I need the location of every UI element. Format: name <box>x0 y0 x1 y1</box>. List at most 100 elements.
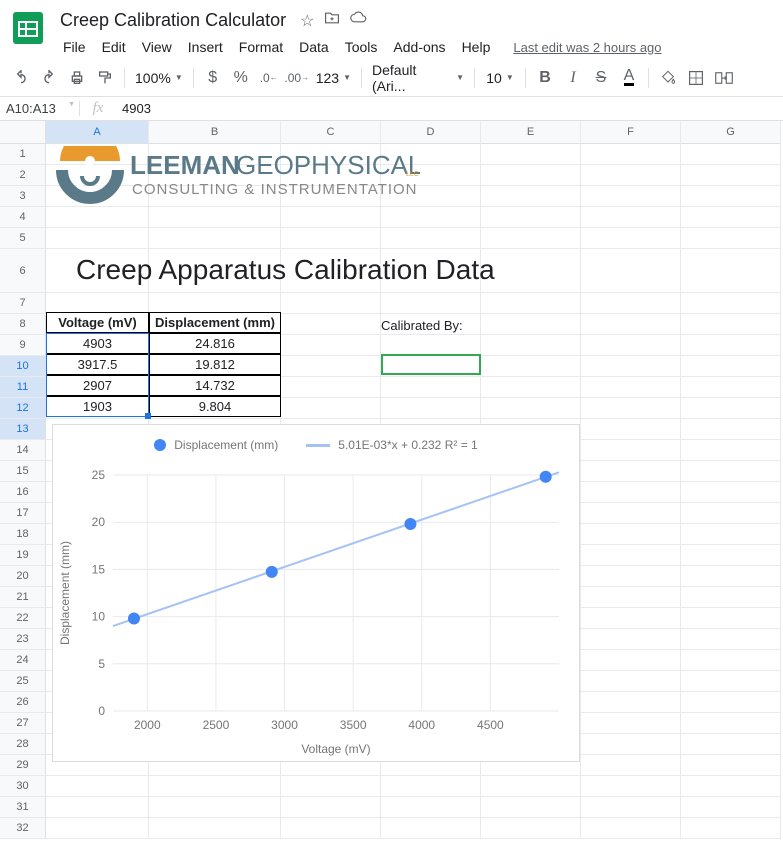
row-header[interactable]: 7 <box>0 293 46 314</box>
cell[interactable] <box>281 398 381 419</box>
menu-view[interactable]: View <box>135 35 179 59</box>
cell[interactable] <box>681 398 781 419</box>
cell[interactable] <box>581 461 681 482</box>
cell[interactable] <box>581 755 681 776</box>
cell[interactable] <box>481 228 581 249</box>
cell[interactable] <box>46 776 149 797</box>
cell[interactable] <box>681 713 781 734</box>
cell[interactable] <box>481 186 581 207</box>
cell[interactable] <box>581 207 681 228</box>
row-header[interactable]: 21 <box>0 587 46 608</box>
select-all-corner[interactable] <box>0 121 46 144</box>
font-select[interactable]: Default (Ari...▼ <box>368 62 468 94</box>
cell[interactable] <box>581 629 681 650</box>
cell[interactable] <box>581 293 681 314</box>
document-title[interactable]: Creep Calibration Calculator <box>56 8 290 33</box>
cell[interactable] <box>46 228 149 249</box>
cloud-status-icon[interactable] <box>350 11 368 31</box>
cell[interactable] <box>281 797 381 818</box>
cell[interactable] <box>681 629 781 650</box>
cell[interactable] <box>581 440 681 461</box>
name-box[interactable]: A10:A13▼ <box>0 101 80 116</box>
cell[interactable] <box>46 818 149 839</box>
cell[interactable] <box>581 650 681 671</box>
cell[interactable] <box>149 818 281 839</box>
menu-file[interactable]: File <box>56 35 93 59</box>
cell[interactable] <box>681 228 781 249</box>
cell[interactable] <box>381 293 481 314</box>
menu-tools[interactable]: Tools <box>338 35 385 59</box>
cell[interactable] <box>681 440 781 461</box>
sheets-icon[interactable] <box>8 8 48 48</box>
cell[interactable] <box>481 207 581 228</box>
cell[interactable] <box>681 692 781 713</box>
text-color-button[interactable]: A <box>616 65 642 91</box>
cell[interactable] <box>381 377 481 398</box>
cell[interactable] <box>481 335 581 356</box>
cell[interactable] <box>381 818 481 839</box>
chart[interactable]: Displacement (mm) 5.01E-03*x + 0.232 R² … <box>52 424 580 762</box>
cell[interactable] <box>149 776 281 797</box>
row-header[interactable]: 23 <box>0 629 46 650</box>
cell[interactable] <box>581 797 681 818</box>
menu-data[interactable]: Data <box>292 35 336 59</box>
cell[interactable] <box>581 818 681 839</box>
borders-button[interactable] <box>683 65 709 91</box>
cell[interactable] <box>681 755 781 776</box>
move-folder-icon[interactable] <box>324 11 340 31</box>
italic-button[interactable]: I <box>560 65 586 91</box>
cell[interactable] <box>681 249 781 293</box>
cell[interactable] <box>481 144 581 165</box>
row-header[interactable]: 26 <box>0 692 46 713</box>
cell[interactable] <box>581 144 681 165</box>
last-edit-link[interactable]: Last edit was 2 hours ago <box>513 40 661 55</box>
cell[interactable] <box>381 356 481 377</box>
menu-insert[interactable]: Insert <box>181 35 230 59</box>
row-header[interactable]: 28 <box>0 734 46 755</box>
row-header[interactable]: 6 <box>0 249 46 293</box>
column-header-A[interactable]: A <box>46 121 149 144</box>
cell[interactable] <box>581 314 681 335</box>
spreadsheet-grid[interactable]: 1234567891011121314151617181920212223242… <box>0 121 783 839</box>
cell[interactable] <box>581 734 681 755</box>
menu-edit[interactable]: Edit <box>95 35 133 59</box>
cell[interactable] <box>481 797 581 818</box>
fontsize-select[interactable]: 10▼ <box>481 70 519 86</box>
row-header[interactable]: 20 <box>0 566 46 587</box>
cell[interactable] <box>581 356 681 377</box>
cell[interactable] <box>281 377 381 398</box>
cell[interactable] <box>581 713 681 734</box>
menu-addons[interactable]: Add-ons <box>386 35 452 59</box>
row-header[interactable]: 16 <box>0 482 46 503</box>
column-header-E[interactable]: E <box>481 121 581 144</box>
cell[interactable] <box>581 165 681 186</box>
row-header[interactable]: 10 <box>0 356 46 377</box>
cell[interactable] <box>381 335 481 356</box>
cell[interactable] <box>681 608 781 629</box>
cell[interactable] <box>581 545 681 566</box>
cell[interactable] <box>481 314 581 335</box>
cell[interactable] <box>581 398 681 419</box>
row-header[interactable]: 9 <box>0 335 46 356</box>
cell[interactable] <box>681 650 781 671</box>
cell[interactable] <box>681 797 781 818</box>
cell[interactable] <box>149 293 281 314</box>
cell[interactable] <box>581 587 681 608</box>
cell[interactable] <box>481 165 581 186</box>
cell[interactable] <box>581 419 681 440</box>
cell[interactable] <box>381 228 481 249</box>
cell[interactable] <box>381 776 481 797</box>
more-formats-select[interactable]: 123▼ <box>312 70 355 86</box>
decrease-decimal-button[interactable]: .0← <box>256 65 282 91</box>
row-header[interactable]: 5 <box>0 228 46 249</box>
row-header[interactable]: 18 <box>0 524 46 545</box>
cell[interactable] <box>681 734 781 755</box>
cell[interactable] <box>281 293 381 314</box>
row-header[interactable]: 15 <box>0 461 46 482</box>
cell[interactable] <box>681 482 781 503</box>
undo-button[interactable] <box>8 65 34 91</box>
cells-area[interactable]: LEEMAN GEOPHYSICAL LLC CONSULTING & INST… <box>46 144 783 839</box>
cell[interactable] <box>581 776 681 797</box>
table-row[interactable]: 19039.804 <box>46 396 281 417</box>
merge-button[interactable] <box>711 65 737 91</box>
